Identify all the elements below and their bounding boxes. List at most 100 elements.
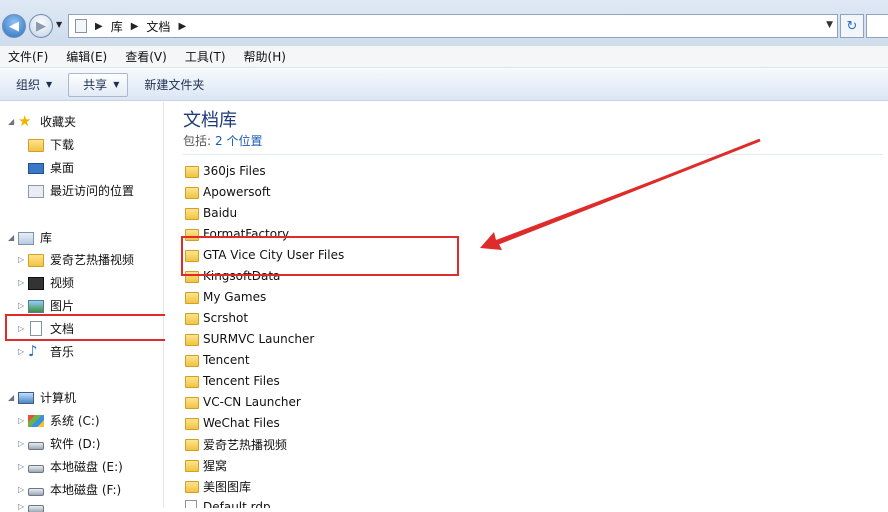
collapsed-triangle-icon[interactable]: ▷ — [18, 502, 28, 511]
collapsed-triangle-icon[interactable]: ▷ — [18, 301, 28, 310]
list-item[interactable]: Scrshot — [185, 308, 248, 328]
nav-item-drive-e[interactable]: ▷ 本地磁盘 (E:) — [18, 456, 123, 476]
computer-icon — [18, 392, 34, 404]
picture-library-icon — [28, 300, 44, 313]
list-item[interactable]: 360js Files — [185, 161, 266, 181]
folder-icon — [185, 334, 199, 346]
nav-libraries[interactable]: ◢ 库 — [8, 227, 52, 247]
star-icon: ★ — [18, 113, 34, 129]
collapsed-triangle-icon[interactable]: ▷ — [18, 462, 28, 471]
chevron-down-icon: ▼ — [113, 80, 119, 89]
locations-link[interactable]: 2 个位置 — [215, 134, 262, 148]
list-item[interactable]: 爱奇艺热播视频 — [185, 434, 287, 454]
list-item[interactable]: 猩窝 — [185, 455, 227, 475]
expanded-triangle-icon[interactable]: ◢ — [8, 233, 18, 242]
list-item-label: SURMVC Launcher — [203, 332, 314, 346]
menu-help[interactable]: 帮助(H) — [244, 48, 286, 65]
list-item[interactable]: Tencent Files — [185, 371, 280, 391]
folder-icon — [185, 229, 199, 241]
hard-drive-icon — [28, 442, 44, 450]
forward-button[interactable]: ▶ — [29, 14, 53, 38]
menu-edit[interactable]: 编辑(E) — [66, 48, 107, 65]
nav-libraries-label: 库 — [40, 229, 52, 246]
breadcrumb-library[interactable]: 库 — [111, 18, 123, 35]
collapsed-triangle-icon[interactable]: ▷ — [18, 416, 28, 425]
address-field[interactable]: ▶ 库 ▶ 文档 ▶ ▼ — [68, 14, 838, 38]
search-input[interactable] — [866, 14, 888, 38]
video-library-icon — [28, 277, 44, 290]
collapsed-triangle-icon[interactable]: ▷ — [18, 439, 28, 448]
list-item-label: Scrshot — [203, 311, 248, 325]
refresh-button[interactable]: ↻ — [840, 14, 864, 38]
expanded-triangle-icon[interactable]: ◢ — [8, 393, 18, 402]
nav-item-pictures[interactable]: ▷ 图片 — [18, 295, 74, 315]
list-item[interactable]: Apowersoft — [185, 182, 271, 202]
folder-icon — [185, 460, 199, 472]
breadcrumb-separator-icon[interactable]: ▶ — [178, 21, 186, 32]
document-library-icon — [30, 321, 42, 336]
new-folder-label: 新建文件夹 — [144, 76, 204, 93]
organize-button[interactable]: 组织 ▼ — [8, 73, 60, 97]
list-item-label: VC-CN Launcher — [203, 395, 301, 409]
list-item[interactable]: SURMVC Launcher — [185, 329, 314, 349]
list-item[interactable]: KingsoftData — [185, 266, 280, 286]
nav-item-iqiyi[interactable]: ▷ 爱奇艺热播视频 — [18, 249, 134, 269]
list-item[interactable]: My Games — [185, 287, 266, 307]
library-icon — [18, 232, 34, 245]
address-dropdown-icon[interactable]: ▼ — [826, 20, 833, 30]
share-button[interactable]: 共享 ▼ — [68, 73, 128, 97]
collapsed-triangle-icon[interactable]: ▷ — [18, 347, 28, 356]
list-item-label: 猩窝 — [203, 457, 227, 474]
list-item-label: FormatFactory — [203, 227, 289, 241]
folder-icon — [185, 481, 199, 493]
nav-favorites-label: 收藏夹 — [40, 113, 76, 130]
folder-icon — [185, 355, 199, 367]
nav-item-videos[interactable]: ▷ 视频 — [18, 272, 74, 292]
back-button[interactable]: ◀ — [2, 14, 26, 38]
list-item-label: GTA Vice City User Files — [203, 248, 344, 262]
share-label: 共享 — [83, 76, 107, 93]
list-item[interactable]: Baidu — [185, 203, 237, 223]
nav-item-label: 图片 — [50, 297, 74, 314]
list-item[interactable]: Tencent — [185, 350, 250, 370]
breadcrumb-documents[interactable]: 文档 — [146, 18, 170, 35]
new-folder-button[interactable]: 新建文件夹 — [136, 73, 212, 97]
file-icon — [185, 500, 197, 508]
collapsed-triangle-icon[interactable]: ▷ — [18, 485, 28, 494]
nav-item-label: 下载 — [50, 136, 74, 153]
nav-item-drive-f[interactable]: ▷ 本地磁盘 (F:) — [18, 479, 121, 499]
breadcrumb-separator-icon[interactable]: ▶ — [131, 21, 139, 32]
music-note-icon: ♪ — [28, 343, 44, 359]
list-item[interactable]: Default.rdp — [185, 497, 271, 508]
divider — [183, 154, 883, 155]
nav-item-drive-d[interactable]: ▷ 软件 (D:) — [18, 433, 100, 453]
expanded-triangle-icon[interactable]: ◢ — [8, 117, 18, 126]
menu-file[interactable]: 文件(F) — [8, 48, 48, 65]
folder-icon — [185, 166, 199, 178]
nav-favorites[interactable]: ◢ ★ 收藏夹 — [8, 111, 76, 131]
list-item-label: My Games — [203, 290, 266, 304]
list-item[interactable]: WeChat Files — [185, 413, 280, 433]
nav-item-partial[interactable]: ▷ — [18, 500, 50, 512]
collapsed-triangle-icon[interactable]: ▷ — [18, 255, 28, 264]
nav-item-documents[interactable]: ▷ 文档 — [18, 318, 74, 338]
collapsed-triangle-icon[interactable]: ▷ — [18, 324, 28, 333]
menu-view[interactable]: 查看(V) — [125, 48, 167, 65]
list-item[interactable]: FormatFactory — [185, 224, 289, 244]
nav-item-label: 最近访问的位置 — [50, 182, 134, 199]
history-dropdown-icon[interactable]: ▼ — [56, 20, 62, 29]
nav-item-desktop[interactable]: 桌面 — [28, 157, 74, 177]
nav-item-downloads[interactable]: 下载 — [28, 134, 74, 154]
nav-computer[interactable]: ◢ 计算机 — [8, 387, 76, 407]
collapsed-triangle-icon[interactable]: ▷ — [18, 278, 28, 287]
list-item[interactable]: VC-CN Launcher — [185, 392, 301, 412]
nav-item-drive-c[interactable]: ▷ 系统 (C:) — [18, 410, 100, 430]
list-item-label: Tencent Files — [203, 374, 280, 388]
nav-item-recent[interactable]: 最近访问的位置 — [28, 180, 134, 200]
list-item[interactable]: GTA Vice City User Files — [185, 245, 344, 265]
menu-tools[interactable]: 工具(T) — [185, 48, 226, 65]
nav-item-label: 文档 — [50, 320, 74, 337]
nav-item-music[interactable]: ▷ ♪ 音乐 — [18, 341, 74, 361]
breadcrumb-separator-icon[interactable]: ▶ — [95, 21, 103, 32]
list-item[interactable]: 美图图库 — [185, 476, 251, 496]
